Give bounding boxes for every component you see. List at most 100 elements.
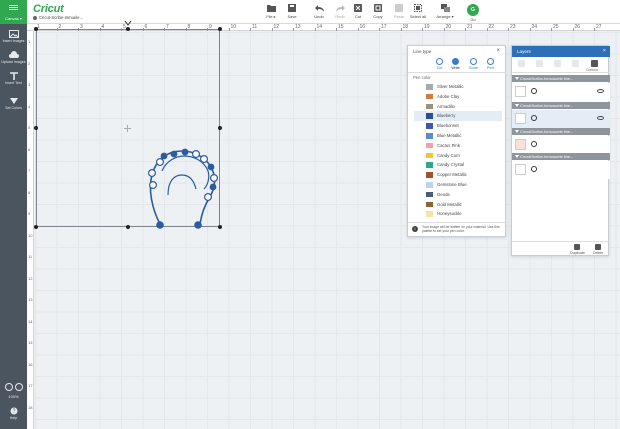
layer-group-header[interactable]: CircuitScribe-Inmouuele line...: [512, 75, 610, 82]
close-icon[interactable]: ×: [603, 48, 606, 54]
file-label: File ▸: [266, 14, 276, 19]
resize-handle[interactable]: [34, 27, 38, 31]
resize-handle[interactable]: [218, 126, 222, 130]
canvas-menu-label: Canvas ▾: [5, 16, 22, 21]
pen-color-item[interactable]: Silver Metallic: [414, 82, 502, 92]
copy-button[interactable]: Copy: [367, 4, 389, 19]
paste-icon: [395, 4, 403, 12]
weld-icon[interactable]: [572, 60, 579, 67]
help-label: Help: [9, 416, 18, 420]
layer-group-header[interactable]: CircuitScribe-Inmouuele line...: [512, 153, 610, 160]
ruler-left-label: 6: [28, 146, 31, 152]
ruler-top-label: 14: [316, 24, 323, 30]
layer-row[interactable]: [512, 136, 610, 154]
layer-row[interactable]: [512, 161, 610, 179]
set-colors-button[interactable]: Set Colors: [0, 97, 27, 110]
ruler-top-label: 17: [381, 24, 387, 30]
pen-color-item[interactable]: Cactus Pink: [414, 141, 502, 151]
color-swatch: [426, 162, 433, 168]
redo-icon: [335, 5, 345, 12]
pen-color-item[interactable]: Blue Metallic: [414, 131, 502, 141]
tab-print[interactable]: Print: [482, 57, 499, 70]
pen-color-item[interactable]: Honeysuckle: [414, 209, 502, 219]
ruler-tick: [271, 28, 273, 31]
ruler-left-label: 18: [28, 404, 33, 410]
ruler-left-label: 10: [28, 232, 33, 238]
ruler-left-label: 11: [28, 254, 33, 259]
pen-color-name: Honeysuckle: [437, 211, 462, 217]
pen-color-item[interactable]: Copper Metallic: [414, 170, 502, 180]
insert-images-button[interactable]: Insert Images: [0, 30, 27, 43]
contour-label: Contour: [586, 68, 599, 72]
pen-color-item[interactable]: Candy Corn: [414, 151, 502, 161]
contour-icon[interactable]: [591, 60, 598, 67]
paste-label: Paste: [393, 14, 405, 19]
zoom-out-button[interactable]: [4, 383, 13, 391]
tab-score[interactable]: Score: [465, 57, 482, 70]
select-all-button[interactable]: Select all: [407, 4, 429, 19]
resize-handle[interactable]: [34, 225, 38, 229]
line-type-title: Line type: [413, 49, 432, 54]
circuit-design[interactable]: [140, 145, 225, 235]
save-button[interactable]: Save: [281, 4, 303, 19]
ruler-left-label: 16: [28, 361, 33, 367]
eye-icon[interactable]: [597, 89, 604, 93]
canvas-menu-button[interactable]: Canvas ▾: [0, 0, 27, 24]
pen-color-item[interactable]: Candy Crystal: [414, 160, 502, 170]
undo-button[interactable]: Undo: [308, 4, 330, 19]
arrange-button[interactable]: Arrange ▾: [434, 4, 456, 19]
resize-handle[interactable]: [34, 126, 38, 130]
layer-row[interactable]: [512, 83, 610, 101]
cut-button[interactable]: Cut: [347, 4, 369, 19]
layer-thumbnail: [515, 139, 526, 150]
resize-handle[interactable]: [218, 27, 222, 31]
duplicate-button[interactable]: Duplicate: [570, 244, 585, 255]
ruler-top-label: 15: [338, 24, 344, 30]
layer-row[interactable]: [512, 110, 610, 128]
ruler-top-label: 20: [445, 24, 452, 30]
pen-color-name: Geode: [437, 191, 450, 197]
pen-color-name: Gold Metallic: [437, 201, 462, 207]
pen-color-item[interactable]: Adobe Clay: [414, 92, 502, 102]
help-button[interactable]: ? Help: [0, 407, 27, 420]
pen-color-name: Armadillo: [437, 103, 455, 109]
pen-color-item[interactable]: Geode: [414, 190, 502, 200]
color-swatch: [426, 123, 433, 129]
pen-color-name: Candy Corn: [437, 152, 460, 158]
insert-text-button[interactable]: Insert Text: [0, 72, 27, 85]
upload-images-button[interactable]: Upload Images: [0, 51, 27, 64]
pen-color-item[interactable]: Bluebonnet: [414, 121, 502, 131]
project-name[interactable]: Cricut-Scribe-Inmuele...: [33, 15, 83, 20]
close-icon[interactable]: ×: [496, 48, 500, 54]
eye-icon[interactable]: [597, 116, 604, 120]
tab-write[interactable]: Write: [447, 57, 464, 70]
group-icon[interactable]: [518, 60, 525, 67]
resize-handle[interactable]: [126, 225, 130, 229]
ruler-tick: [314, 28, 316, 31]
pen-color-item[interactable]: Gemstone Blue: [414, 180, 502, 190]
pen-color-name: Gemstone Blue: [437, 182, 467, 187]
delete-button[interactable]: Delete: [593, 244, 603, 255]
color-swatch: [426, 142, 433, 149]
attach-icon[interactable]: [554, 60, 561, 67]
layer-group-header[interactable]: CircuitScribe-Inmouuele line...: [512, 128, 610, 135]
select-all-label: Select all: [409, 14, 427, 19]
pen-color-item[interactable]: Blueberry: [414, 111, 502, 121]
svg-text:?: ?: [12, 409, 15, 415]
rotate-handle-icon[interactable]: [124, 20, 132, 26]
layer-group-header[interactable]: CircuitScribe-Inmouuele line...: [512, 102, 610, 109]
ruler-top-label: 22: [488, 24, 495, 30]
go-button[interactable]: G: [467, 4, 479, 16]
resize-handle[interactable]: [126, 27, 130, 31]
file-button[interactable]: File ▸: [260, 4, 282, 19]
cut-label: Cut: [354, 14, 362, 19]
help-icon: ?: [10, 407, 17, 415]
delete-label: Delete: [593, 251, 604, 255]
zoom-in-button[interactable]: [14, 383, 23, 391]
layer-group-name: CircuitScribe-Inmouuele line...: [520, 103, 574, 108]
ungroup-icon[interactable]: [536, 60, 543, 67]
pen-color-item[interactable]: Gold Metallic: [414, 200, 502, 210]
pen-color-item[interactable]: Armadillo: [414, 102, 502, 112]
line-type-panel: Line type × Cut Write Score Print Pen co…: [407, 45, 507, 237]
tab-cut[interactable]: Cut: [431, 57, 448, 70]
